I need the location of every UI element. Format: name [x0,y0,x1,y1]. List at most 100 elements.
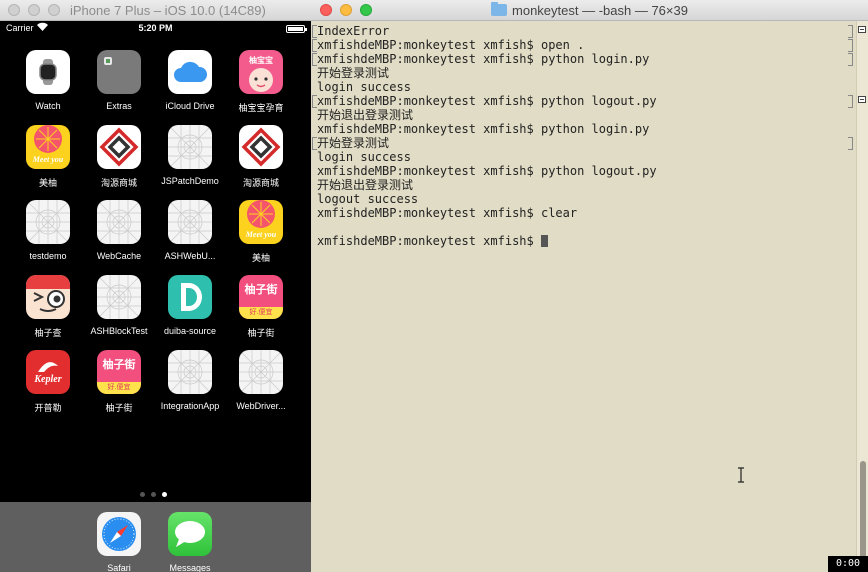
ios-simulator-window: iPhone 7 Plus – iOS 10.0 (14C89) Carrier… [0,0,311,572]
terminal-line: xmfishdeMBP:monkeytest xmfish$ python lo… [317,164,657,178]
blank-app-icon [239,350,283,394]
kepler-icon: Kepler [26,350,70,394]
terminal-line: xmfishdeMBP:monkeytest xmfish$ [317,234,548,248]
terminal-window: monkeytest — -bash — 76×39 IndexError xmf… [311,0,868,572]
simulator-titlebar[interactable]: iPhone 7 Plus – iOS 10.0 (14C89) [0,0,311,21]
app-label: testdemo [29,251,67,261]
app-label: Watch [35,101,61,111]
scroll-mark-icon [858,96,866,103]
scroll-thumb[interactable] [860,461,866,561]
terminal-line: 开始登录测试 [317,136,389,150]
simulator-title: iPhone 7 Plus – iOS 10.0 (14C89) [70,3,266,18]
blank-app-icon [168,200,212,244]
battery-icon [286,25,307,33]
terminal-line-text: 开始退出登录测试 [317,108,414,122]
app-d-letter[interactable]: duiba-source [158,275,222,336]
status-time: 5:20 PM [138,23,173,33]
app-blank-app[interactable]: IntegrationApp [158,350,222,411]
line-mark-bracket [848,53,853,66]
app-label: 柚子街 [105,403,133,413]
terminal-line-text: xmfishdeMBP:monkeytest xmfish$ python lo… [317,122,650,136]
terminal-line-text: login success [317,150,411,164]
terminal-line-text: login success [317,80,411,94]
minimize-button[interactable] [28,4,40,16]
app-red-diamond-logo[interactable]: 淘源商城 [229,125,293,189]
scroll-mark-icon [858,26,866,33]
app-folder[interactable]: Extras [87,50,151,111]
terminal-line-text: 开始登录测试 [317,66,390,80]
app-yoshop[interactable]: 柚子街 好.便宜柚子街 [87,350,151,414]
app-yoshop[interactable]: 柚子街 好.便宜 柚子街 [229,275,293,339]
terminal-output[interactable]: IndexError xmfishdeMBP:monkeytest xmfish$… [311,21,856,572]
terminal-titlebar[interactable]: monkeytest — -bash — 76×39 [311,0,868,21]
terminal-line: xmfishdeMBP:monkeytest xmfish$ python lo… [317,122,649,136]
yoshop-icon: 柚子街 好.便宜 [97,350,141,394]
app-blank-app[interactable]: ASHBlockTest [87,275,151,336]
page-dot[interactable] [140,492,145,497]
close-button[interactable] [8,4,20,16]
app-red-diamond-logo[interactable]: 淘源商城 [87,125,151,189]
app-blank-app[interactable]: ASHWebU... [158,200,222,261]
app-cloud[interactable]: iCloud Drive [158,50,222,111]
terminal-line-text: xmfishdeMBP:monkeytest xmfish$ python lo… [317,52,650,66]
terminal-line-text: xmfishdeMBP:monkeytest xmfish$ python lo… [317,94,657,108]
terminal-line: xmfishdeMBP:monkeytest xmfish$ python lo… [317,52,649,66]
terminal-title: monkeytest — -bash — 76×39 [311,2,868,18]
dock: Safari Messages [0,502,311,572]
page-indicator[interactable] [140,492,180,498]
baby-face-icon: 柚宝宝 [239,50,283,94]
app-label: WebCache [96,251,142,261]
terminal-scrollbar[interactable] [856,21,868,572]
line-mark-bracket [848,25,853,38]
app-cartoon-face[interactable]: 柚子查 [16,275,80,339]
app-label: ASHWebU... [164,251,216,261]
folder-icon [491,2,508,16]
app-label: duiba-source [163,326,217,336]
terminal-line: xmfishdeMBP:monkeytest xmfish$ python lo… [317,94,657,108]
app-watch[interactable]: Watch [16,50,80,111]
d-letter-icon [168,275,212,319]
app-label: Messages [169,563,211,572]
red-diamond-logo-icon [239,125,283,169]
app-blank-app[interactable]: testdemo [16,200,80,261]
terminal-line: logout success [317,192,418,206]
app-blank-app[interactable]: JSPatchDemo [158,125,222,186]
dock-app-messages[interactable]: Messages [158,512,222,572]
terminal-line-text: xmfishdeMBP:monkeytest xmfish$ open . [317,38,585,52]
app-label: 柚子街 [247,328,275,338]
line-mark-bracket [848,39,853,52]
line-mark-bracket [848,137,853,150]
watch-icon [26,50,70,94]
blank-app-icon [26,200,70,244]
app-blank-app[interactable]: WebDriver... [229,350,293,411]
compass-icon [97,512,141,556]
grapefruit-icon: Meet you [239,200,283,244]
page-dot[interactable] [151,492,156,497]
app-label: 柚子查 [34,328,62,338]
line-mark-bracket [848,95,853,108]
terminal-line: 开始退出登录测试 [317,178,413,192]
zoom-button[interactable] [48,4,60,16]
red-diamond-logo-icon [97,125,141,169]
blank-app-icon [97,275,141,319]
page-dot[interactable] [162,492,167,497]
terminal-line: xmfishdeMBP:monkeytest xmfish$ open . [317,38,584,52]
terminal-line-text: logout success [317,192,419,206]
app-label: ASHBlockTest [90,326,148,336]
cloud-icon [168,50,212,94]
dock-app-safari[interactable]: Safari [87,512,151,572]
app-kepler[interactable]: Kepler 开普勒 [16,350,80,414]
app-grapefruit[interactable]: Meet you 美柚 [16,125,80,189]
app-blank-app[interactable]: WebCache [87,200,151,261]
app-label: iCloud Drive [165,101,215,111]
app-label: JSPatchDemo [161,176,219,186]
app-label: 柚宝宝孕育 [238,103,284,113]
recording-timer: 0:00 [828,556,868,572]
app-baby-face[interactable]: 柚宝宝 柚宝宝孕育 [229,50,293,114]
app-label: 美柚 [251,253,270,263]
terminal-line-text: IndexError [317,24,390,38]
app-label: 美柚 [38,178,57,188]
app-grapefruit[interactable]: Meet you 美柚 [229,200,293,264]
terminal-line: login success [317,80,411,94]
terminal-line-text: 开始退出登录测试 [317,178,414,192]
